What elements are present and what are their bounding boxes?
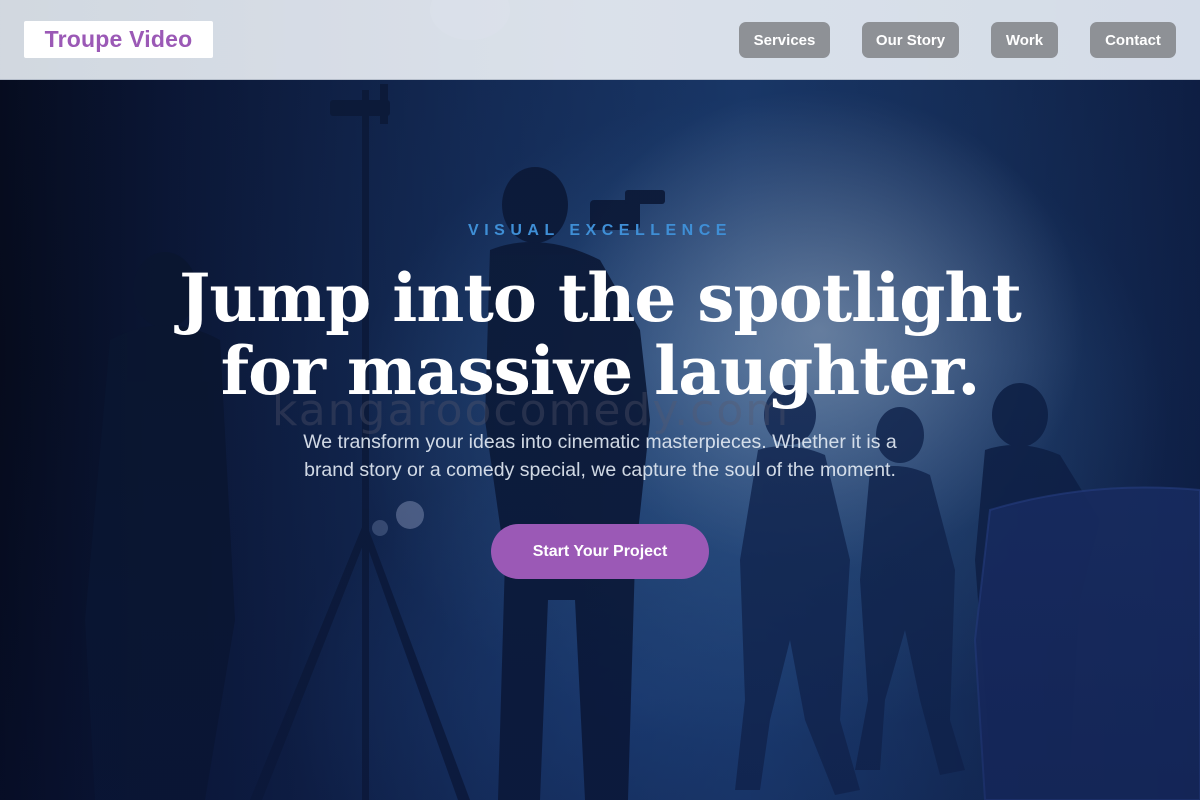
description-line-2: brand story or a comedy special, we capt… xyxy=(304,459,896,481)
hero-description: We transform your ideas into cinematic m… xyxy=(250,428,950,484)
description-line-1: We transform your ideas into cinematic m… xyxy=(303,431,897,453)
nav-contact-button[interactable]: Contact xyxy=(1090,22,1176,58)
headline-line-2: for massive laughter. xyxy=(220,332,981,410)
nav-services-button[interactable]: Services xyxy=(739,22,830,58)
nav-work-button[interactable]: Work xyxy=(991,22,1058,58)
site-header: Troupe Video Services Our Story Work Con… xyxy=(0,0,1200,80)
hero-eyebrow: VISUAL EXCELLENCE xyxy=(468,222,732,239)
brand-name: Troupe Video xyxy=(44,26,193,52)
nav-our-story-button[interactable]: Our Story xyxy=(862,22,959,58)
brand-logo[interactable]: Troupe Video xyxy=(24,21,213,58)
hero-headline: Jump into the spotlight for massive laug… xyxy=(100,262,1100,408)
start-project-button[interactable]: Start Your Project xyxy=(491,524,709,579)
headline-line-1: Jump into the spotlight xyxy=(179,259,1022,337)
